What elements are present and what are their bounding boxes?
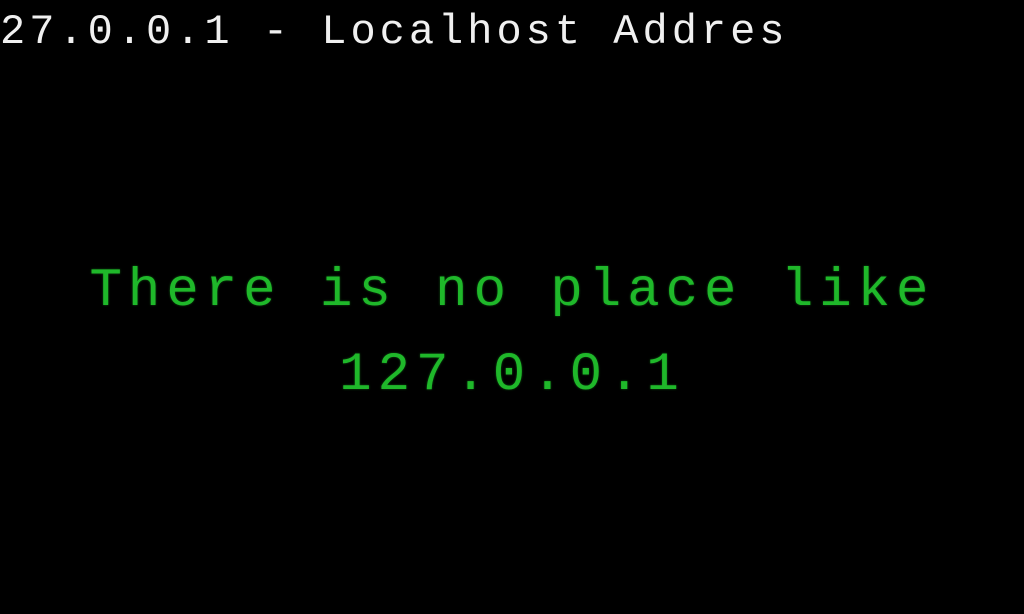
slogan-line-2: 127.0.0.1 [0,334,1024,418]
slogan-line-1: There is no place like [0,250,1024,334]
header-title: 27.0.0.1 - Localhost Addres [0,8,1024,56]
main-slogan-container: There is no place like 127.0.0.1 [0,250,1024,417]
